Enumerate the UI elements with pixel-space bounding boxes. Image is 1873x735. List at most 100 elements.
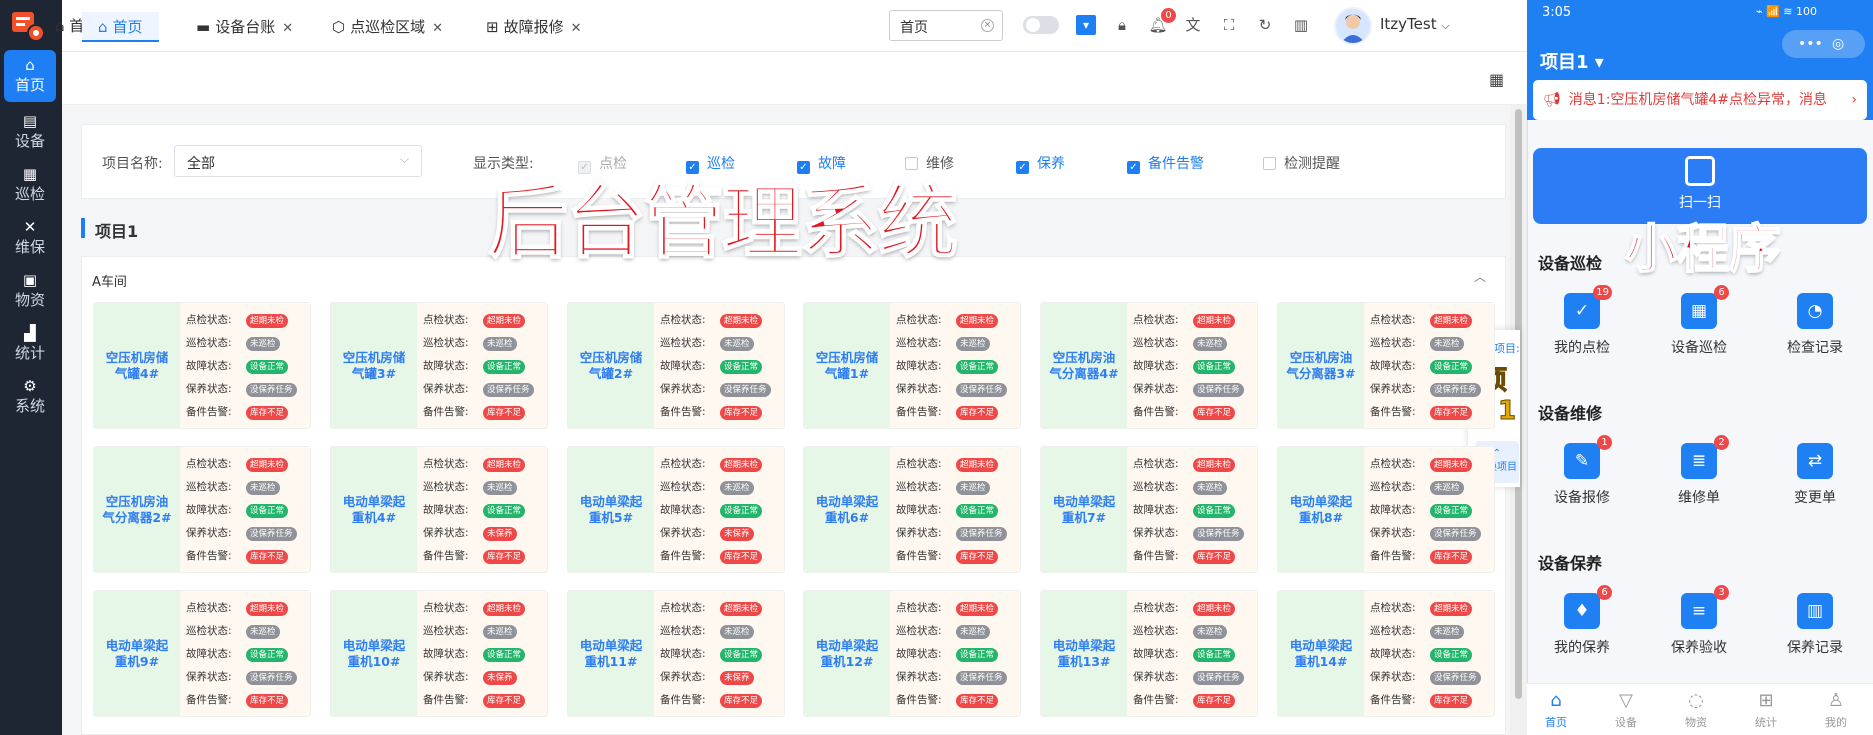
lock-icon[interactable]: 🔒︎ (1111, 14, 1133, 36)
status-list: 点检状态: 超期未检 巡检状态: 未巡检 故障状态: 设备正常 保养状态: 没保养任务 备件告警… (180, 447, 310, 572)
phone-item-0-2[interactable]: ◔ 检查记录 (1760, 293, 1870, 357)
close-icon[interactable]: ✕ (571, 21, 582, 36)
menu-search-input[interactable]: 首页 × (889, 10, 1003, 41)
tab-0[interactable]: ⌂ 首页 (82, 12, 159, 42)
device-card[interactable]: 电动单梁起重机4# 点检状态: 超期未检 巡检状态: 未巡检 故障状态: 设备正常 保养状态:… (330, 446, 548, 573)
sidebar-item-4[interactable]: ▣ 物资 (4, 265, 56, 317)
device-card[interactable]: 空压机房储气罐4# 点检状态: 超期未检 巡检状态: 未巡检 故障状态: 设备正常 保养状态:… (93, 302, 311, 429)
status-row: 故障状态: 设备正常 (1364, 355, 1494, 378)
device-card[interactable]: 电动单梁起重机14# 点检状态: 超期未检 巡检状态: 未巡检 故障状态: 设备正常 保养状态… (1277, 590, 1495, 717)
phone-item-0-0[interactable]: ✓ 19 我的点检 (1527, 285, 1637, 357)
device-card[interactable]: 电动单梁起重机12# 点检状态: 超期未检 巡检状态: 未巡检 故障状态: 设备正常 保养状态… (803, 590, 1021, 717)
phone-item-2-2[interactable]: ▥ 保养记录 (1760, 593, 1870, 657)
status-row: 巡检状态: 未巡检 (1127, 332, 1257, 355)
tab-1[interactable]: ▬ 设备台账 ✕ (180, 12, 309, 42)
tab-3[interactable]: ⊞ 故障报修 ✕ (470, 12, 598, 42)
checkbox-label: 保养 (1037, 156, 1065, 172)
project-select[interactable]: 全部 ⌵ (174, 145, 422, 177)
close-circle-icon[interactable]: ◎ (1832, 30, 1844, 58)
notice-bar[interactable]: 📢︎ 消息1:空压机房储气罐4#点检异常，消息 › (1533, 80, 1867, 120)
dropdown-menu-icon[interactable]: ▾ (1076, 15, 1096, 35)
status-label: 备件告警: (896, 694, 942, 706)
clear-icon[interactable]: × (981, 19, 994, 32)
type-checkbox-3[interactable]: 维修 (905, 153, 954, 173)
status-label: 备件告警: (186, 406, 232, 418)
nav-label: 统计 (1755, 716, 1777, 729)
nav-item-1[interactable]: ▽ 设备 (1601, 690, 1651, 730)
avatar[interactable] (1334, 7, 1372, 45)
sidebar-item-6[interactable]: ⚙ 系统 (4, 371, 56, 423)
scan-button[interactable]: 扫一扫 (1533, 148, 1867, 224)
device-card[interactable]: 电动单梁起重机10# 点检状态: 超期未检 巡检状态: 未巡检 故障状态: 设备正常 保养状态… (330, 590, 548, 717)
phone-item-2-1[interactable]: ≡ 3 保养验收 (1644, 585, 1754, 657)
status-label: 保养状态: (1370, 527, 1416, 539)
phone-item-2-0[interactable]: ♦ 6 我的保养 (1527, 585, 1637, 657)
status-row: 点检状态: 超期未检 (890, 597, 1020, 620)
theme-toggle[interactable] (1023, 16, 1059, 34)
status-list: 点检状态: 超期未检 巡检状态: 未巡检 故障状态: 设备正常 保养状态: 没保养任务 备件告警… (1127, 591, 1257, 716)
app-logo (10, 9, 48, 43)
device-card[interactable]: 电动单梁起重机6# 点检状态: 超期未检 巡检状态: 未巡检 故障状态: 设备正常 保养状态:… (803, 446, 1021, 573)
type-checkbox-4[interactable]: ✓ 保养 (1016, 153, 1065, 174)
checkbox-box (1263, 157, 1276, 170)
refresh-icon[interactable]: ↻ (1254, 14, 1276, 36)
status-tag: 没保养任务 (956, 671, 1007, 685)
status-row: 保养状态: 没保养任务 (890, 666, 1020, 689)
dashboard-icon[interactable]: ▥ (1290, 14, 1312, 36)
status-label: 故障状态: (1133, 504, 1179, 516)
status-label: 故障状态: (896, 648, 942, 660)
device-card[interactable]: 电动单梁起重机8# 点检状态: 超期未检 巡检状态: 未巡检 故障状态: 设备正常 保养状态:… (1277, 446, 1495, 573)
project-name-label: 项目名称: (102, 156, 163, 172)
sidebar-item-3[interactable]: ✕ 维保 (4, 212, 56, 264)
sidebar-item-2[interactable]: ▦ 巡检 (4, 159, 56, 211)
device-card[interactable]: 电动单梁起重机11# 点检状态: 超期未检 巡检状态: 未巡检 故障状态: 设备正常 保养状态… (567, 590, 785, 717)
nav-item-0[interactable]: ⌂ 首页 (1531, 690, 1581, 730)
phone-project-selector[interactable]: 项目1 ▾ (1540, 48, 1604, 74)
device-card[interactable]: 空压机房储气罐1# 点检状态: 超期未检 巡检状态: 未巡检 故障状态: 设备正常 保养状态:… (803, 302, 1021, 429)
type-checkbox-1[interactable]: ✓ 巡检 (686, 153, 735, 174)
type-checkbox-2[interactable]: ✓ 故障 (797, 153, 846, 174)
device-card[interactable]: 空压机房油气分离器2# 点检状态: 超期未检 巡检状态: 未巡检 故障状态: 设备正常 保养状… (93, 446, 311, 573)
status-label: 点检状态: (660, 314, 706, 326)
status-tag: 超期未检 (246, 458, 289, 472)
phone-item-1-1[interactable]: ≣ 2 维修单 (1644, 435, 1754, 507)
device-card[interactable]: 电动单梁起重机9# 点检状态: 超期未检 巡检状态: 未巡检 故障状态: 设备正常 保养状态:… (93, 590, 311, 717)
apps-icon: ⊞ (1758, 690, 1774, 711)
fullscreen-icon[interactable]: ⛶ (1218, 14, 1240, 36)
nav-item-2[interactable]: ◌ 物资 (1671, 690, 1721, 730)
close-icon[interactable]: ✕ (282, 21, 293, 36)
status-label: 保养状态: (660, 671, 706, 683)
device-card[interactable]: 空压机房油气分离器3# 点检状态: 超期未检 巡检状态: 未巡检 故障状态: 设备正常 保养状… (1277, 302, 1495, 429)
nav-item-3[interactable]: ⊞ 统计 (1741, 690, 1791, 730)
status-row: 保养状态: 没保养任务 (180, 378, 310, 401)
tab-2[interactable]: ⬡ 点巡检区域 ✕ (316, 12, 459, 42)
chevron-right-icon: › (1851, 92, 1857, 108)
device-card[interactable]: 空压机房储气罐2# 点检状态: 超期未检 巡检状态: 未巡检 故障状态: 设备正常 保养状态:… (567, 302, 785, 429)
collapse-chevron-icon[interactable]: ︿ (1474, 268, 1486, 285)
phone-item-1-0[interactable]: ✎ 1 设备报修 (1527, 435, 1637, 507)
phone-item-1-2[interactable]: ⇄ 变更单 (1760, 443, 1870, 507)
nav-item-4[interactable]: ♙ 我的 (1811, 690, 1861, 730)
more-icon[interactable]: ••• (1798, 30, 1823, 58)
user-menu[interactable]: ItzyTest ⌵ (1380, 15, 1450, 33)
status-label: 巡检状态: (186, 625, 232, 637)
type-checkbox-6[interactable]: 检测提醒 (1263, 153, 1340, 173)
device-card[interactable]: 空压机房储气罐3# 点检状态: 超期未检 巡检状态: 未巡检 故障状态: 设备正常 保养状态:… (330, 302, 548, 429)
translate-icon[interactable]: 文 (1182, 14, 1204, 36)
device-card[interactable]: 空压机房油气分离器4# 点检状态: 超期未检 巡检状态: 未巡检 故障状态: 设备正常 保养状… (1040, 302, 1258, 429)
device-card[interactable]: 电动单梁起重机13# 点检状态: 超期未检 巡检状态: 未巡检 故障状态: 设备正常 保养状态… (1040, 590, 1258, 717)
device-card[interactable]: 电动单梁起重机7# 点检状态: 超期未检 巡检状态: 未巡检 故障状态: 设备正常 保养状态:… (1040, 446, 1258, 573)
grid-menu-icon[interactable]: ▦ (1489, 70, 1504, 89)
type-checkbox-5[interactable]: ✓ 备件告警 (1127, 153, 1204, 174)
close-icon[interactable]: ✕ (432, 21, 443, 36)
sidebar-item-0[interactable]: ⌂ 首页 (4, 50, 56, 102)
status-list: 点检状态: 超期未检 巡检状态: 未巡检 故障状态: 设备正常 保养状态: 没保养任务 备件告警… (890, 447, 1020, 572)
sidebar-item-5[interactable]: ▟ 统计 (4, 318, 56, 370)
status-icons: ⌁ 📶 ≋ 100 (1756, 5, 1818, 18)
sidebar-item-1[interactable]: ▤ 设备 (4, 106, 56, 158)
status-row: 保养状态: 未保养 (417, 666, 547, 689)
status-tag: 设备正常 (1430, 504, 1473, 518)
device-card[interactable]: 电动单梁起重机5# 点检状态: 超期未检 巡检状态: 未巡检 故障状态: 设备正常 保养状态:… (567, 446, 785, 573)
status-row: 备件告警: 库存不足 (1127, 545, 1257, 568)
phone-item-0-1[interactable]: ▦ 6 设备巡检 (1644, 285, 1754, 357)
